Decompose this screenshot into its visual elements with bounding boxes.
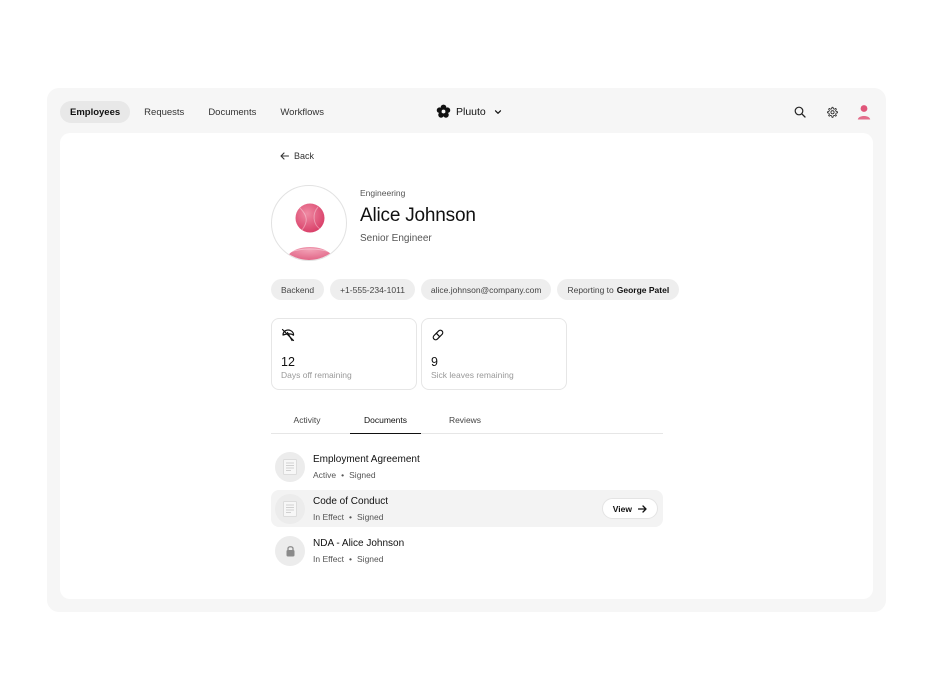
document-meta: In Effect • Signed xyxy=(313,512,384,522)
user-avatar-icon xyxy=(286,203,334,260)
nav-tab-requests[interactable]: Requests xyxy=(134,101,194,123)
tab-documents[interactable]: Documents xyxy=(350,415,421,434)
leave-stats: 12 Days off remaining 9 Sick leaves rema… xyxy=(271,318,567,390)
top-navigation: Employees Requests Documents Workflows P… xyxy=(47,88,886,134)
document-thumbnail xyxy=(275,452,305,482)
settings-button[interactable] xyxy=(824,104,840,120)
document-icon xyxy=(283,501,297,517)
document-title: NDA - Alice Johnson xyxy=(313,538,405,549)
sick-leave-value: 9 xyxy=(431,355,438,369)
search-button[interactable] xyxy=(792,104,808,120)
view-document-button[interactable]: View xyxy=(601,498,658,519)
document-state: Signed xyxy=(349,470,376,480)
document-state: Signed xyxy=(357,512,384,522)
info-chips: Backend +1-555-234-1011 alice.johnson@co… xyxy=(271,279,680,300)
document-row[interactable]: NDA - Alice Johnson In Effect • Signed xyxy=(271,532,663,569)
workspace-switcher[interactable]: Pluuto xyxy=(436,104,502,119)
document-status: Active xyxy=(313,470,337,480)
days-off-label: Days off remaining xyxy=(281,370,352,380)
employee-role: Senior Engineer xyxy=(360,233,432,244)
document-status: In Effect xyxy=(313,554,345,564)
top-actions xyxy=(792,104,872,120)
back-link[interactable]: Back xyxy=(280,151,314,161)
days-off-card: 12 Days off remaining xyxy=(271,318,417,390)
pill-icon xyxy=(432,329,444,341)
document-state: Signed xyxy=(357,554,384,564)
app-window: Employees Requests Documents Workflows P… xyxy=(47,88,886,612)
days-off-value: 12 xyxy=(281,355,295,369)
avatar xyxy=(857,105,871,120)
back-label: Back xyxy=(294,151,315,161)
document-icon xyxy=(283,459,297,475)
document-title: Employment Agreement xyxy=(313,454,420,465)
nav-tab-employees[interactable]: Employees xyxy=(60,101,131,123)
team-chip[interactable]: Backend xyxy=(271,279,325,300)
email-chip[interactable]: alice.johnson@company.com xyxy=(420,279,552,300)
search-icon xyxy=(794,106,806,118)
document-title: Code of Conduct xyxy=(313,496,389,507)
nav-tab-documents[interactable]: Documents xyxy=(198,101,266,123)
workspace-name: Pluuto xyxy=(456,105,486,118)
user-avatar-button[interactable] xyxy=(856,104,872,120)
chevron-down-icon xyxy=(494,109,501,114)
department-label: Engineering xyxy=(360,188,406,198)
sick-leave-label: Sick leaves remaining xyxy=(431,370,514,380)
main-panel: Back Engineering Alice Johnson Senior En… xyxy=(60,133,873,599)
gear-icon xyxy=(827,106,838,118)
document-locked-thumbnail xyxy=(275,536,305,566)
document-status: In Effect xyxy=(313,512,345,522)
tab-activity[interactable]: Activity xyxy=(283,415,331,434)
document-thumbnail xyxy=(275,494,305,524)
pluuto-logo-icon xyxy=(436,104,451,118)
profile-avatar xyxy=(271,185,347,261)
reporting-chip[interactable]: Reporting to George Patel xyxy=(557,279,680,300)
manager-name: George Patel xyxy=(616,284,670,295)
employee-name: Alice Johnson xyxy=(360,205,476,226)
profile-tabs: Activity Documents Reviews xyxy=(271,415,663,434)
beach-umbrella-icon xyxy=(281,328,295,342)
document-meta: Active • Signed xyxy=(313,470,376,480)
view-button-label: View xyxy=(612,503,632,514)
document-meta: In Effect • Signed xyxy=(313,554,384,564)
document-row[interactable]: Code of Conduct In Effect • Signed View xyxy=(271,490,663,527)
tab-reviews[interactable]: Reviews xyxy=(441,415,489,434)
nav-tab-workflows[interactable]: Workflows xyxy=(270,101,334,123)
arrow-left-icon xyxy=(280,152,289,160)
sick-leave-card: 9 Sick leaves remaining xyxy=(421,318,567,390)
phone-chip[interactable]: +1-555-234-1011 xyxy=(330,279,415,300)
arrow-right-icon xyxy=(638,504,647,513)
reporting-prefix: Reporting to xyxy=(567,284,614,295)
document-row[interactable]: Employment Agreement Active • Signed xyxy=(271,448,663,485)
nav-tabs: Employees Requests Documents Workflows xyxy=(60,101,334,123)
lock-icon xyxy=(286,546,294,557)
